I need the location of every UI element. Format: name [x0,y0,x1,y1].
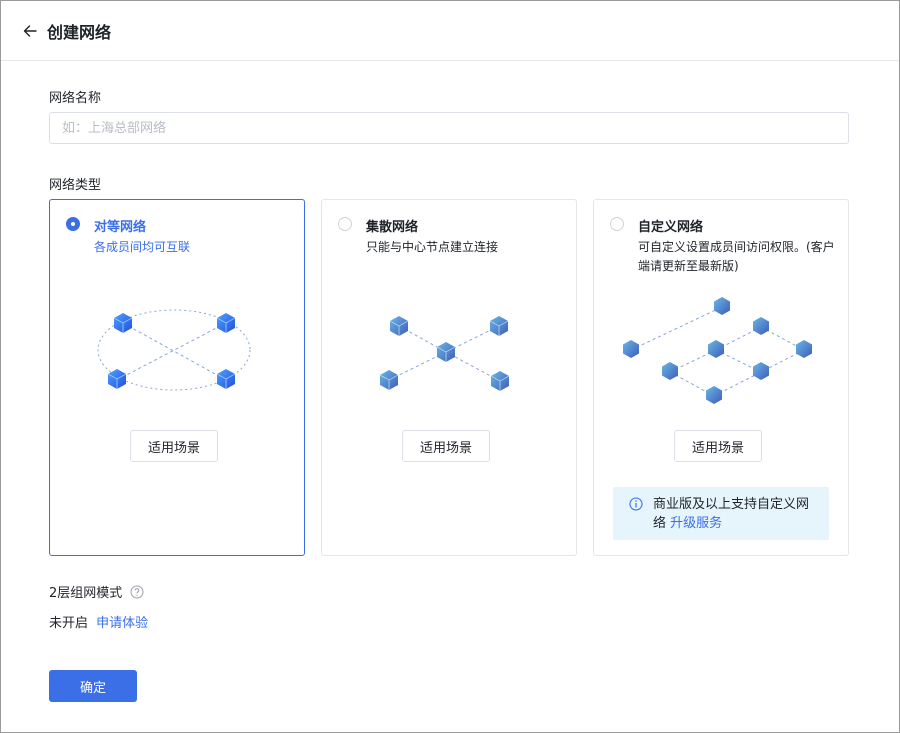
node-icon [623,340,639,358]
two-layer-mode-row: 2层组网模式 [49,582,144,601]
node-icon [113,313,133,333]
info-icon [629,497,643,511]
node-icon [216,313,236,333]
hub-network-diagram [379,316,510,391]
page-header: 创建网络 [1,1,899,61]
two-layer-status: 未开启 [49,616,89,631]
two-layer-mode-label: 2层组网模式 [49,586,123,601]
upgrade-service-link[interactable]: 升级服务 [670,516,722,531]
card-title: 集散网络 [366,220,419,235]
node-icon [379,370,399,390]
radio-hub[interactable] [338,217,352,231]
back-button[interactable] [21,22,39,40]
two-layer-status-row: 未开启 申请体验 [49,612,148,631]
node-icon [490,371,510,391]
network-type-card-peer[interactable]: 对等网络 各成员间均可互联 适用场景 [49,199,305,556]
confirm-button[interactable]: 确定 [49,670,137,702]
network-type-card-custom[interactable]: 自定义网络 可自定义设置成员间访问权限。(客户端请更新至最新版) 适用场景 商业… [593,199,849,556]
upgrade-notice: 商业版及以上支持自定义网络 升级服务 [613,487,829,540]
arrow-left-icon [23,24,37,37]
network-name-label: 网络名称 [49,91,102,106]
node-icon [753,362,769,380]
card-title: 对等网络 [94,220,147,235]
node-icon [489,316,509,336]
card-description: 只能与中心节点建立连接 [366,240,499,254]
scene-button-custom[interactable]: 适用场景 [674,430,762,462]
scene-button-peer[interactable]: 适用场景 [130,430,218,462]
apply-trial-link[interactable]: 申请体验 [96,616,148,631]
question-circle-icon[interactable] [130,585,144,599]
scene-button-hub[interactable]: 适用场景 [402,430,490,462]
peer-network-diagram [97,309,251,391]
custom-network-diagram [623,297,812,404]
card-description: 各成员间均可互联 [94,240,191,254]
page-title: 创建网络 [47,22,112,42]
node-icon [662,362,678,380]
radio-peer[interactable] [66,217,80,231]
radio-custom[interactable] [610,217,624,231]
node-icon [753,317,769,335]
create-network-page: 创建网络 网络名称 网络类型 对等网络 各成员间均可互联 适用场景 [0,0,900,733]
node-icon [436,342,456,362]
node-icon [708,340,724,358]
card-description: 可自定义设置成员间访问权限。(客户端请更新至最新版) [638,240,835,273]
network-type-label: 网络类型 [49,178,102,193]
node-icon [389,316,409,336]
network-name-input[interactable] [49,112,849,144]
node-icon [714,297,730,315]
network-type-card-hub[interactable]: 集散网络 只能与中心节点建立连接 适用场景 [321,199,577,556]
node-icon [796,340,812,358]
node-icon [706,386,722,404]
node-icon [216,369,236,389]
card-title: 自定义网络 [638,220,704,235]
